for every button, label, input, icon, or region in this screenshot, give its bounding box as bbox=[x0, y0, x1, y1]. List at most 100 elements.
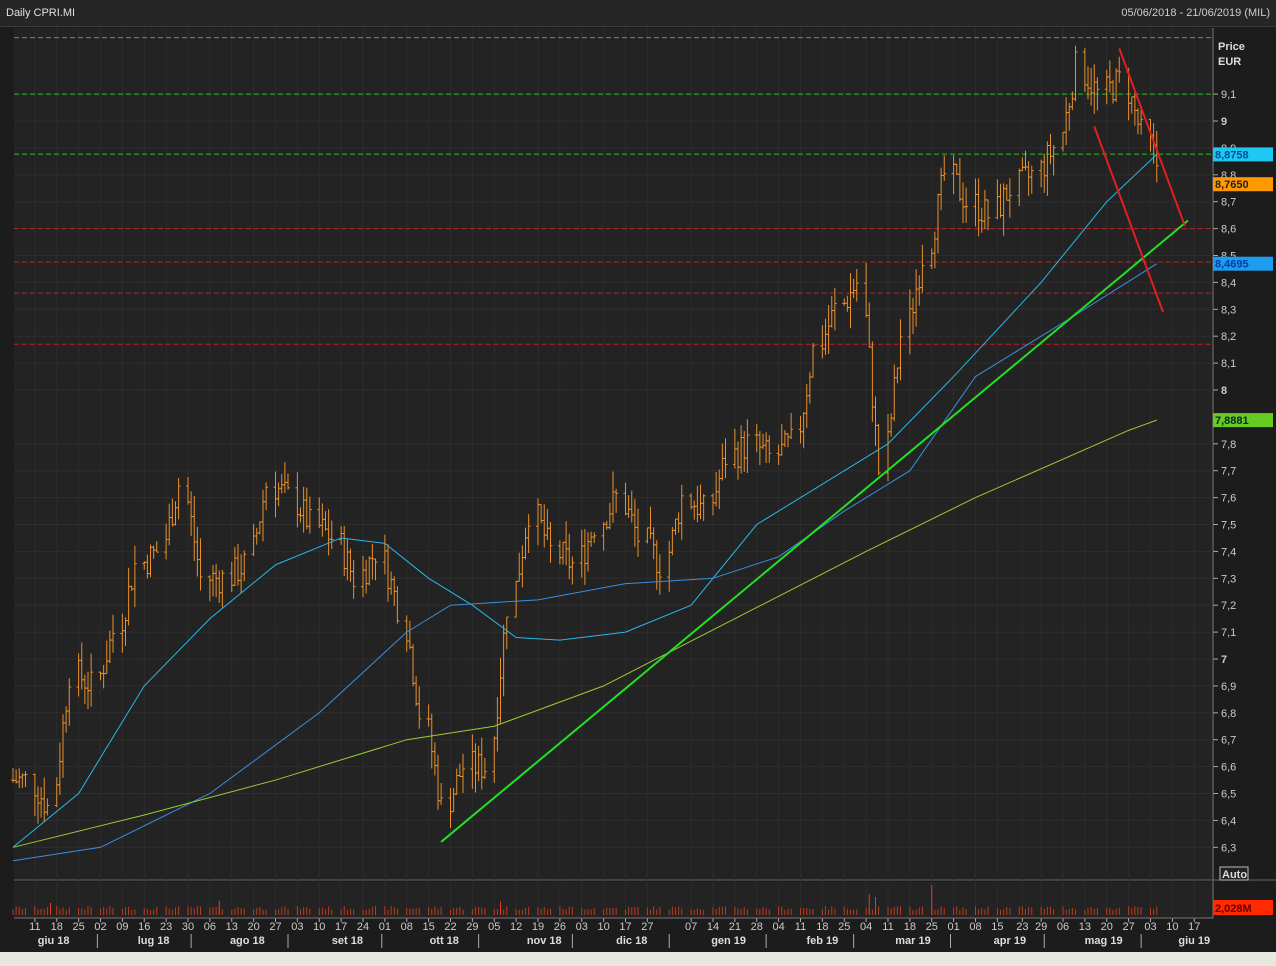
volume-tag-label: 2,028M bbox=[1215, 903, 1252, 915]
x-tick-label: 11 bbox=[882, 921, 893, 933]
x-tick-label: 12 bbox=[510, 921, 522, 933]
y-tick-label: 7,4 bbox=[1221, 546, 1236, 558]
price-label: Price bbox=[1218, 41, 1245, 53]
y-tick-label: 8 bbox=[1221, 385, 1227, 397]
x-tick-label: 13 bbox=[226, 921, 238, 933]
x-tick-label: 02 bbox=[94, 921, 106, 933]
x-tick-label: 23 bbox=[160, 921, 172, 933]
price-tag-label: 7,8881 bbox=[1215, 415, 1249, 427]
y-tick-label: 6,5 bbox=[1221, 789, 1236, 801]
y-tick-label: 7,7 bbox=[1221, 466, 1236, 478]
x-tick-label: 18 bbox=[51, 921, 63, 933]
month-label: feb 19 bbox=[806, 935, 838, 947]
month-label: apr 19 bbox=[994, 935, 1026, 947]
x-tick-label: 13 bbox=[1079, 921, 1091, 933]
month-label: mar 19 bbox=[895, 935, 930, 947]
x-tick-label: 28 bbox=[751, 921, 763, 933]
x-tick-label: 15 bbox=[991, 921, 1003, 933]
x-tick-label: 03 bbox=[291, 921, 303, 933]
status-strip bbox=[0, 952, 1276, 966]
month-label: dic 18 bbox=[616, 935, 647, 947]
month-label: mag 19 bbox=[1085, 935, 1123, 947]
y-tick-label: 6,6 bbox=[1221, 762, 1236, 774]
y-tick-label: 7,5 bbox=[1221, 520, 1236, 532]
y-tick-label: 8,6 bbox=[1221, 224, 1236, 236]
x-tick-label: 06 bbox=[1057, 921, 1069, 933]
x-tick-label: 24 bbox=[357, 921, 369, 933]
y-tick-label: 6,7 bbox=[1221, 735, 1236, 747]
x-tick-label: 29 bbox=[1035, 921, 1047, 933]
month-label: gen 19 bbox=[711, 935, 746, 947]
x-tick-label: 25 bbox=[838, 921, 850, 933]
x-tick-label: 08 bbox=[969, 921, 981, 933]
price-tag-label: 8,4695 bbox=[1215, 259, 1249, 271]
x-tick-label: 17 bbox=[335, 921, 347, 933]
x-tick-label: 21 bbox=[729, 921, 741, 933]
price-chart[interactable]: 6,3 6,4 6,5 6,6 6,7 6,8 6,9 7 7,1 7,2 7,3 7,4 7,5 7,6… bbox=[0, 0, 1276, 966]
y-tick-label: 7,1 bbox=[1221, 627, 1236, 639]
x-tick-label: 01 bbox=[948, 921, 960, 933]
month-label: giu 18 bbox=[38, 935, 70, 947]
x-tick-label: 10 bbox=[313, 921, 325, 933]
x-tick-label: 14 bbox=[707, 921, 719, 933]
x-tick-label: 10 bbox=[598, 921, 610, 933]
x-tick-label: 30 bbox=[182, 921, 194, 933]
x-tick-label: 15 bbox=[423, 921, 435, 933]
x-tick-label: 09 bbox=[116, 921, 128, 933]
month-label: ott 18 bbox=[430, 935, 459, 947]
y-tick-label: 7,2 bbox=[1221, 600, 1236, 612]
x-tick-label: 17 bbox=[619, 921, 631, 933]
price-tag-label: 8,7650 bbox=[1215, 179, 1249, 191]
x-tick-label: 04 bbox=[773, 921, 785, 933]
x-tick-label: 25 bbox=[73, 921, 85, 933]
y-tick-label: 6,8 bbox=[1221, 708, 1236, 720]
month-label: lug 18 bbox=[138, 935, 170, 947]
x-tick-label: 06 bbox=[204, 921, 216, 933]
x-tick-label: 17 bbox=[1188, 921, 1200, 933]
x-tick-label: 05 bbox=[488, 921, 500, 933]
x-tick-label: 11 bbox=[29, 921, 40, 933]
y-tick-label: 9 bbox=[1221, 116, 1227, 128]
currency-label: EUR bbox=[1218, 56, 1241, 68]
x-tick-label: 03 bbox=[576, 921, 588, 933]
y-tick-label: 7 bbox=[1221, 654, 1227, 666]
y-tick-label: 6,9 bbox=[1221, 681, 1236, 693]
x-tick-label: 18 bbox=[816, 921, 828, 933]
y-tick-label: 6,3 bbox=[1221, 842, 1236, 854]
x-tick-label: 11 bbox=[795, 921, 806, 933]
price-tag-label: 8,8758 bbox=[1215, 149, 1249, 161]
y-tick-label: 8,7 bbox=[1221, 197, 1236, 209]
x-tick-label: 04 bbox=[860, 921, 872, 933]
y-tick-label: 8,1 bbox=[1221, 358, 1236, 370]
y-tick-label: 7,3 bbox=[1221, 573, 1236, 585]
x-tick-label: 20 bbox=[248, 921, 260, 933]
x-tick-label: 27 bbox=[1123, 921, 1135, 933]
month-label: nov 18 bbox=[527, 935, 562, 947]
x-tick-label: 07 bbox=[685, 921, 697, 933]
y-tick-label: 7,6 bbox=[1221, 493, 1236, 505]
x-tick-label: 29 bbox=[466, 921, 478, 933]
month-label: set 18 bbox=[332, 935, 363, 947]
x-tick-label: 19 bbox=[532, 921, 544, 933]
x-tick-label: 03 bbox=[1144, 921, 1156, 933]
x-tick-label: 18 bbox=[904, 921, 916, 933]
x-tick-label: 16 bbox=[138, 921, 150, 933]
x-tick-label: 23 bbox=[1016, 921, 1028, 933]
x-tick-label: 22 bbox=[444, 921, 456, 933]
x-tick-label: 10 bbox=[1166, 921, 1178, 933]
month-label: ago 18 bbox=[230, 935, 265, 947]
y-tick-label: 6,4 bbox=[1221, 815, 1236, 827]
y-tick-label: 9,1 bbox=[1221, 89, 1236, 101]
x-tick-label: 01 bbox=[379, 921, 391, 933]
plot-area bbox=[14, 28, 1213, 880]
y-tick-label: 7,8 bbox=[1221, 439, 1236, 451]
auto-scale-label: Auto bbox=[1222, 869, 1247, 881]
y-tick-label: 8,4 bbox=[1221, 277, 1236, 289]
y-tick-label: 8,3 bbox=[1221, 304, 1236, 316]
month-label: giu 19 bbox=[1178, 935, 1210, 947]
x-tick-label: 20 bbox=[1101, 921, 1113, 933]
x-tick-label: 25 bbox=[926, 921, 938, 933]
x-tick-label: 27 bbox=[641, 921, 653, 933]
x-tick-label: 26 bbox=[554, 921, 566, 933]
x-tick-label: 08 bbox=[401, 921, 413, 933]
